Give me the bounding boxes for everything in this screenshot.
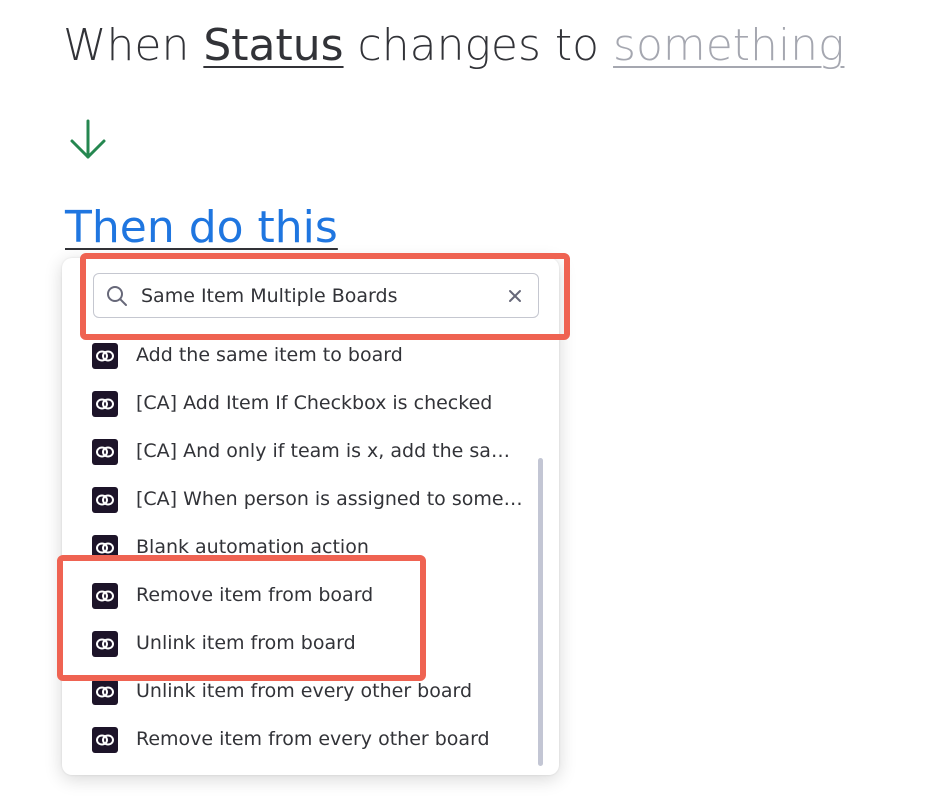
app-logo-icon — [92, 439, 118, 465]
list-item[interactable]: Remove item from board — [62, 572, 532, 620]
app-logo-icon — [92, 391, 118, 417]
search-box — [93, 273, 539, 318]
arrow-down-icon — [70, 119, 106, 159]
list-item[interactable]: Remove item from every other board — [62, 716, 532, 764]
list-item-label: Unlink item from board — [136, 632, 356, 654]
list-item[interactable]: Unlink item from every other board — [62, 668, 532, 716]
list-item[interactable]: Unlink item from board — [62, 620, 532, 668]
app-logo-icon — [92, 535, 118, 561]
scrollbar[interactable] — [536, 458, 544, 766]
close-icon[interactable] — [506, 287, 524, 305]
action-dropdown: Add the same item to board [CA] Add Item… — [62, 258, 559, 775]
search-icon — [107, 286, 127, 306]
list-item[interactable]: [CA] Add Item If Checkbox is checked — [62, 380, 532, 428]
list-item-label: [CA] Add Item If Checkbox is checked — [136, 392, 493, 414]
list-item[interactable]: Add the same item to board — [62, 332, 532, 380]
list-item-label: Remove item from board — [136, 584, 374, 606]
action-header[interactable]: Then do this — [65, 198, 338, 258]
trigger-field-status[interactable]: Status — [203, 20, 343, 71]
search-input[interactable] — [141, 274, 491, 317]
trigger-middle: changes to — [343, 20, 614, 71]
trigger-value-placeholder[interactable]: something — [613, 20, 844, 71]
app-logo-icon — [92, 727, 118, 753]
app-logo-icon — [92, 487, 118, 513]
list-item-label: [CA] When person is assigned to someo... — [136, 488, 526, 510]
trigger-prefix: When — [63, 20, 204, 71]
app-logo-icon — [92, 679, 118, 705]
results-list: Add the same item to board [CA] Add Item… — [62, 332, 532, 764]
list-item-label: [CA] And only if team is x, add the same… — [136, 440, 526, 462]
scrollbar-thumb[interactable] — [538, 458, 543, 766]
list-item-label: Add the same item to board — [136, 344, 403, 366]
app-logo-icon — [92, 631, 118, 657]
list-item[interactable]: Blank automation action — [62, 524, 532, 572]
automation-builder: When Status changes to something Then do… — [0, 0, 930, 802]
trigger-sentence: When Status changes to something — [63, 16, 844, 76]
app-logo-icon — [92, 343, 118, 369]
list-item-label: Unlink item from every other board — [136, 680, 473, 702]
list-item[interactable]: [CA] When person is assigned to someo... — [62, 476, 532, 524]
app-logo-icon — [92, 583, 118, 609]
list-item-label: Remove item from every other board — [136, 728, 490, 750]
list-item-label: Blank automation action — [136, 536, 369, 558]
list-item[interactable]: [CA] And only if team is x, add the same… — [62, 428, 532, 476]
